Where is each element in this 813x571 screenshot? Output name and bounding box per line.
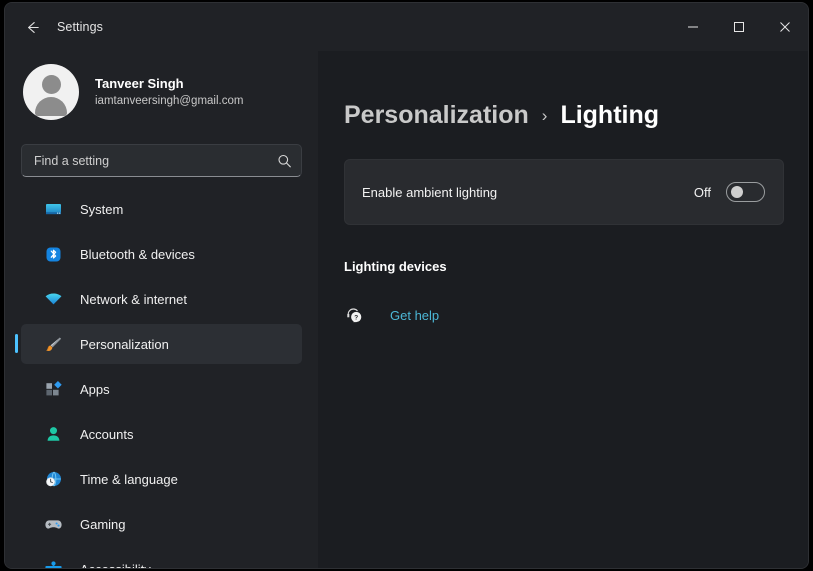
sidebar-item-apps[interactable]: Apps [21,369,302,409]
sidebar-item-system[interactable]: System [21,189,302,229]
system-monitor-icon [43,199,63,219]
sidebar-item-label: Accessibility [80,562,151,569]
sidebar-item-label: Bluetooth & devices [80,246,195,262]
accessibility-icon [43,559,63,568]
window-body: Tanveer Singh iamtanveersingh@gmail.com [5,51,808,568]
ambient-lighting-toggle[interactable]: Off [694,182,765,202]
gamepad-icon [43,514,63,534]
svg-text:?: ? [354,314,358,321]
sidebar-item-label: Time & language [80,471,178,487]
sidebar-item-accounts[interactable]: Accounts [21,414,302,454]
wifi-icon [43,289,63,309]
main-content: Personalization › Lighting Enable ambien… [318,51,808,568]
sidebar-item-accessibility[interactable]: Accessibility [21,549,302,568]
settings-window: Settings Tanveer Singh iamtanveersingh@g… [4,2,809,569]
toggle-switch[interactable] [726,182,765,202]
sidebar-item-label: System [80,201,124,217]
sidebar-nav: System Bluetooth & devices Network & int… [5,189,318,568]
get-help-label: Get help [390,307,440,323]
app-title: Settings [57,20,103,34]
sidebar-item-label: Apps [80,381,110,397]
sidebar-item-time-language[interactable]: Time & language [21,459,302,499]
sidebar-item-personalization[interactable]: Personalization [15,324,302,364]
minimize-icon [688,26,698,28]
search-icon [277,153,292,168]
sidebar-item-gaming[interactable]: Gaming [21,504,302,544]
sidebar: Tanveer Singh iamtanveersingh@gmail.com [5,51,318,568]
profile-name: Tanveer Singh [95,76,184,91]
search-input[interactable] [22,153,301,168]
maximize-icon [734,22,744,32]
chevron-right-icon: › [541,105,548,125]
ambient-lighting-card: Enable ambient lighting Off [344,159,784,225]
search-box[interactable] [21,144,302,177]
page-title: Lighting [560,101,660,129]
ambient-lighting-label: Enable ambient lighting [362,184,498,200]
get-help-link[interactable]: ? Get help [344,305,439,325]
avatar [23,64,79,120]
apps-icon [43,379,63,399]
clock-globe-icon [43,469,63,489]
bluetooth-icon [43,244,63,264]
close-icon [780,22,790,32]
sidebar-item-label: Personalization [80,336,169,352]
breadcrumb: Personalization › Lighting [344,101,784,130]
paintbrush-icon [43,334,63,354]
sidebar-item-label: Accounts [80,426,134,442]
minimize-button[interactable] [670,3,716,51]
toggle-knob [731,186,743,198]
back-arrow-icon [27,21,39,33]
maximize-button[interactable] [716,3,762,51]
title-bar: Settings [5,3,808,51]
sidebar-item-network-internet[interactable]: Network & internet [21,279,302,319]
breadcrumb-parent-link[interactable]: Personalization [344,101,529,130]
window-controls [670,3,808,51]
sidebar-item-label: Network & internet [80,291,187,307]
toggle-state-label: Off [693,184,711,200]
selection-indicator [15,334,18,353]
sidebar-item-label: Gaming [80,516,126,532]
help-headset-icon: ? [344,305,364,325]
back-button[interactable] [15,12,49,42]
close-button[interactable] [762,3,808,51]
accounts-person-icon [43,424,63,444]
lighting-devices-heading: Lighting devices [344,259,447,274]
sidebar-item-bluetooth-devices[interactable]: Bluetooth & devices [21,234,302,274]
profile-card[interactable]: Tanveer Singh iamtanveersingh@gmail.com [5,54,318,130]
profile-email: iamtanveersingh@gmail.com [95,95,244,107]
